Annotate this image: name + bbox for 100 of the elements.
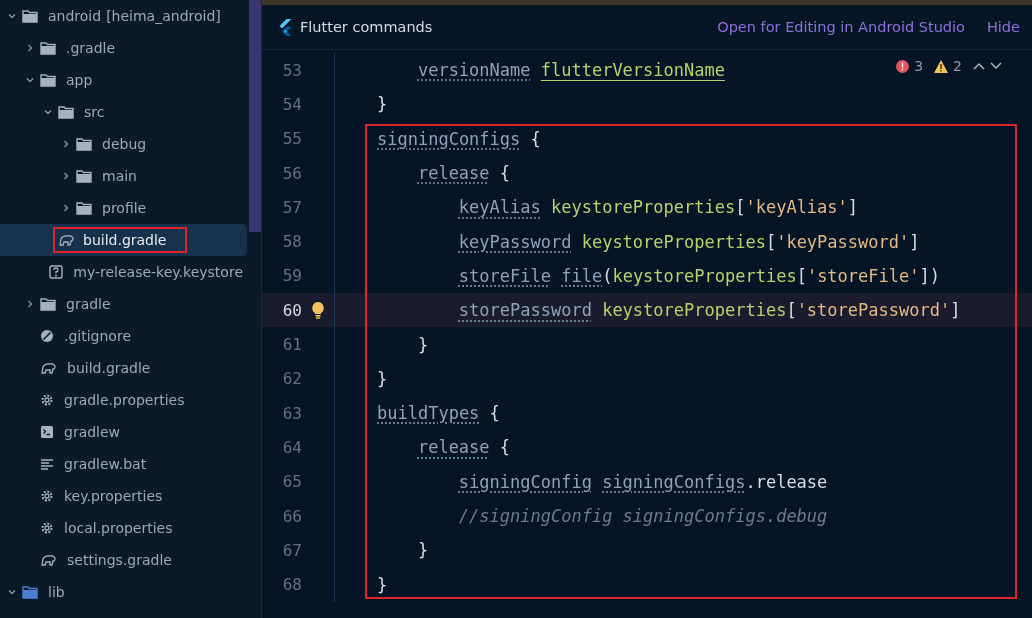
line-number: 53: [281, 60, 302, 80]
tree-item[interactable]: .gradle: [0, 32, 247, 64]
tree-item-label: local.properties: [64, 520, 173, 536]
elephant-icon: [40, 361, 57, 375]
folder-icon: [58, 105, 74, 119]
line-number: 60: [281, 300, 302, 320]
code-line: buildTypes {: [376, 403, 500, 424]
tree-item-label: debug: [102, 136, 147, 152]
tree-item[interactable]: key.properties: [0, 480, 247, 512]
tree-item[interactable]: build.gradle: [0, 352, 247, 384]
code-line: release {: [416, 437, 511, 458]
code-line: release {: [416, 163, 511, 184]
line-number: 62: [281, 369, 302, 389]
warning-count[interactable]: 2: [953, 58, 962, 74]
tree-item-label: gradle: [66, 296, 111, 312]
line-number: 58: [281, 232, 302, 252]
code-line: keyAlias keystoreProperties['keyAlias']: [457, 197, 859, 218]
code-line: }: [376, 94, 388, 115]
banner-title: Flutter commands: [300, 19, 433, 35]
terminal-icon: [40, 425, 54, 439]
tree-item-label: gradle.properties: [64, 392, 185, 408]
line-number: 66: [281, 506, 302, 526]
folder-icon: [22, 9, 38, 23]
chevron-down-icon[interactable]: [6, 588, 18, 596]
folder-icon: [40, 73, 56, 87]
tree-item-label: profile: [102, 200, 147, 216]
warning-icon: [934, 59, 949, 73]
code-line: versionName flutterVersionName: [416, 60, 725, 81]
tree-item-label: .gitignore: [64, 328, 131, 344]
lightbulb-icon[interactable]: [311, 301, 325, 320]
folder-icon: [40, 297, 56, 311]
code-line: }: [376, 574, 388, 595]
line-number: 57: [281, 197, 302, 217]
tree-item[interactable]: gradlew: [0, 416, 247, 448]
tree-item[interactable]: android [heima_android]: [0, 0, 247, 32]
tree-item-label: build.gradle: [67, 360, 151, 376]
tree-item[interactable]: .gitignore: [0, 320, 247, 352]
gear-icon: [40, 393, 54, 407]
line-number: 59: [281, 266, 302, 286]
line-number: 56: [281, 163, 302, 183]
code-line: }: [416, 334, 429, 355]
tree-item-label: key.properties: [64, 488, 163, 504]
tree-item-label: settings.gradle: [67, 552, 172, 568]
flutter-logo-icon: [278, 18, 292, 36]
tree-item-label: my-release-key.keystore: [73, 264, 243, 280]
tree-item[interactable]: local.properties: [0, 512, 247, 544]
folder-icon: [40, 41, 56, 55]
code-line: }: [416, 540, 429, 561]
tree-item-label: .gradle: [66, 40, 116, 56]
line-number: 65: [281, 472, 302, 492]
banner-link[interactable]: Open for Editing in Android Studio: [717, 19, 965, 35]
code-line: signingConfigs {: [376, 128, 541, 149]
tree-item[interactable]: settings.gradle: [0, 544, 247, 576]
line-number: 61: [281, 335, 302, 354]
line-number: 67: [281, 540, 302, 560]
banner-link[interactable]: Hide: [986, 19, 1020, 35]
tree-item-label: build.gradle: [83, 232, 167, 248]
tree-item[interactable]: gradle: [0, 288, 247, 320]
gear-icon: [40, 521, 54, 535]
text-file-icon: [40, 457, 54, 471]
code-line: storePassword keystoreProperties['storePassword']: [457, 300, 961, 321]
tree-item-label: main: [102, 168, 137, 184]
tree-item-label: app: [66, 72, 93, 88]
tree-item[interactable]: src: [0, 96, 247, 128]
folder-icon: [76, 201, 92, 215]
line-number: 68: [281, 575, 302, 595]
gear-icon: [40, 489, 54, 503]
tree-item[interactable]: my-release-key.keystore: [0, 256, 247, 288]
folder-icon: [76, 137, 92, 151]
line-number: 54: [281, 94, 302, 114]
tree-item[interactable]: build.gradle: [0, 224, 247, 256]
line-number: 63: [281, 403, 302, 423]
tree-item[interactable]: main: [0, 160, 247, 192]
code-line: signingConfig signingConfigs.release: [457, 471, 828, 492]
line-number: 55: [281, 129, 302, 149]
code-line: //signingConfig signingConfigs.debug: [457, 506, 828, 526]
chevron-down-icon[interactable]: [42, 108, 54, 116]
folder-icon: [76, 169, 92, 183]
tree-item-label: lib: [48, 584, 65, 600]
elephant-icon: [40, 553, 57, 567]
tree-item[interactable]: gradlew.bat: [0, 448, 247, 480]
code-line: storeFile file(keystoreProperties['storeFile']): [457, 265, 940, 286]
tree-item-label: android: [48, 8, 102, 24]
tree-item-label: gradlew.bat: [64, 456, 147, 472]
chevron-down-icon[interactable]: [24, 76, 36, 84]
error-icon: [896, 59, 910, 73]
tree-item[interactable]: gradle.properties: [0, 384, 247, 416]
chevron-down-icon[interactable]: [6, 12, 18, 20]
folder-icon: [22, 585, 38, 599]
chevron-down-icon[interactable]: [990, 62, 1002, 70]
tree-item[interactable]: debug: [0, 128, 247, 160]
error-count[interactable]: 3: [914, 58, 924, 74]
tree-item[interactable]: lib: [0, 576, 247, 608]
scrollbar-thumb[interactable]: [249, 0, 261, 232]
chevron-up-icon[interactable]: [973, 62, 985, 70]
tree-item[interactable]: profile: [0, 192, 247, 224]
ignore-icon: [40, 329, 54, 343]
tree-item[interactable]: app: [0, 64, 247, 96]
tree-item-label: gradlew: [64, 424, 121, 440]
code-line: keyPassword keystoreProperties['keyPassword']: [457, 231, 920, 252]
